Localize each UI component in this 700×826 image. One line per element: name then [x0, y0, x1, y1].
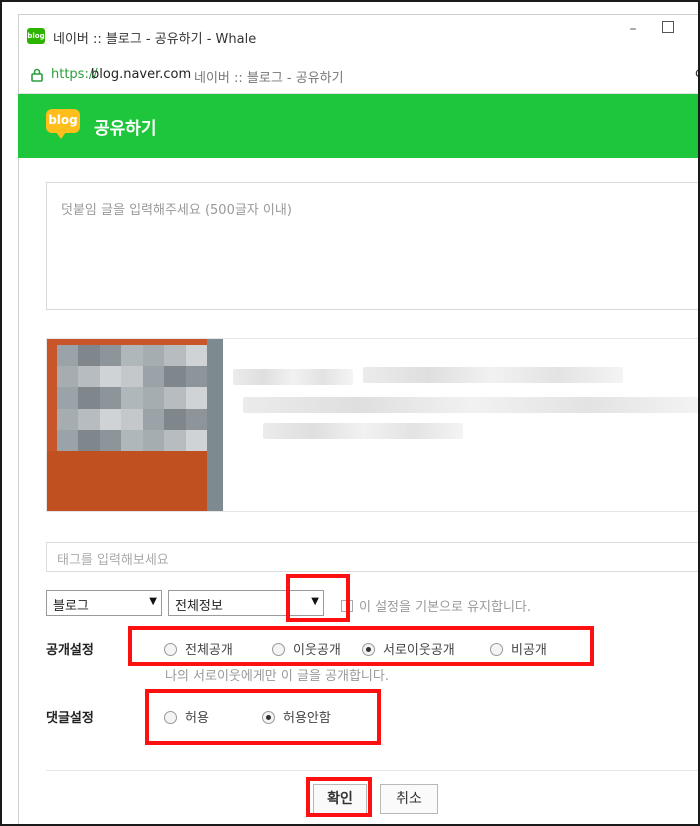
minimize-button[interactable]: – — [625, 21, 641, 39]
lock-icon — [31, 68, 43, 82]
radio-label: 허용안함 — [283, 711, 331, 726]
window-title: 네이버 :: 블로그 - 공유하기 - Whale — [53, 32, 257, 47]
radio-label: 전체공개 — [185, 643, 233, 658]
maximize-button[interactable] — [662, 21, 674, 33]
visibility-label: 공개설정 — [46, 643, 94, 658]
url-edge-glyph: c — [695, 66, 700, 81]
radio-label: 허용 — [185, 711, 209, 726]
page-title: 공유하기 — [94, 119, 157, 139]
radio-visibility-private[interactable]: 비공개 — [490, 639, 547, 658]
post-preview-card — [46, 338, 700, 512]
radio-visibility-neighbors[interactable]: 이웃공개 — [272, 639, 341, 658]
visibility-helper-text: 나의 서로이웃에게만 이 글을 공개합니다. — [165, 669, 389, 684]
radio-comments-allow[interactable]: 허용 — [164, 707, 209, 726]
comment-placeholder: 덧붙임 글을 입력해주세요 (500글자 이내) — [61, 203, 292, 218]
radio-icon — [490, 643, 503, 656]
post-preview-text-blurred — [233, 363, 700, 483]
dropdown-arrow-icon: ▼ — [149, 596, 157, 607]
share-header: blog 공유하기 — [18, 94, 700, 158]
keep-default-label: 이 설정을 기본으로 유지합니다. — [359, 600, 532, 615]
naver-blog-app-icon: blog — [27, 28, 45, 44]
radio-comments-disallow[interactable]: 허용안함 — [262, 707, 331, 726]
comment-textarea[interactable]: 덧붙임 글을 입력해주세요 (500글자 이내) — [46, 182, 700, 310]
radio-label: 비공개 — [511, 643, 547, 658]
category-select-value: 블로그 — [53, 599, 89, 614]
radio-icon — [272, 643, 285, 656]
info-select[interactable]: 전체정보 ▼ — [168, 590, 324, 616]
checkbox-icon — [341, 600, 353, 612]
radio-label: 서로이웃공개 — [383, 643, 455, 658]
share-form: 덧붙임 글을 입력해주세요 (500글자 이내) 태그를 입력해보세요 블로그 … — [18, 158, 700, 826]
dropdown-arrow-icon: ▼ — [311, 596, 319, 607]
radio-checked-icon — [362, 643, 375, 656]
keep-default-checkbox[interactable]: 이 설정을 기본으로 유지합니다. — [341, 596, 531, 615]
radio-visibility-public[interactable]: 전체공개 — [164, 639, 233, 658]
radio-checked-icon — [262, 711, 275, 724]
window-title-bar: blog 네이버 :: 블로그 - 공유하기 - Whale – — [18, 14, 700, 58]
post-thumbnail — [47, 339, 223, 511]
app-icon-text: blog — [27, 32, 45, 40]
info-select-value: 전체정보 — [175, 599, 223, 614]
address-bar[interactable]: https:// blog.naver.com 네이버 :: 블로그 - 공유하… — [18, 58, 700, 94]
blog-logo: blog — [46, 109, 80, 139]
confirm-button[interactable]: 확인 — [313, 784, 367, 814]
radio-label: 이웃공개 — [293, 643, 341, 658]
radio-icon — [164, 643, 177, 656]
divider — [46, 770, 700, 771]
tag-input[interactable]: 태그를 입력해보세요 — [46, 542, 700, 572]
url-host: blog.naver.com — [91, 67, 192, 82]
cancel-button[interactable]: 취소 — [380, 784, 438, 814]
url-page-title: 네이버 :: 블로그 - 공유하기 — [194, 71, 344, 86]
tag-placeholder: 태그를 입력해보세요 — [57, 553, 169, 568]
comment-setting-label: 댓글설정 — [46, 711, 94, 726]
category-select[interactable]: 블로그 ▼ — [46, 590, 162, 616]
radio-visibility-mutual-neighbors[interactable]: 서로이웃공개 — [362, 639, 455, 658]
radio-icon — [164, 711, 177, 724]
